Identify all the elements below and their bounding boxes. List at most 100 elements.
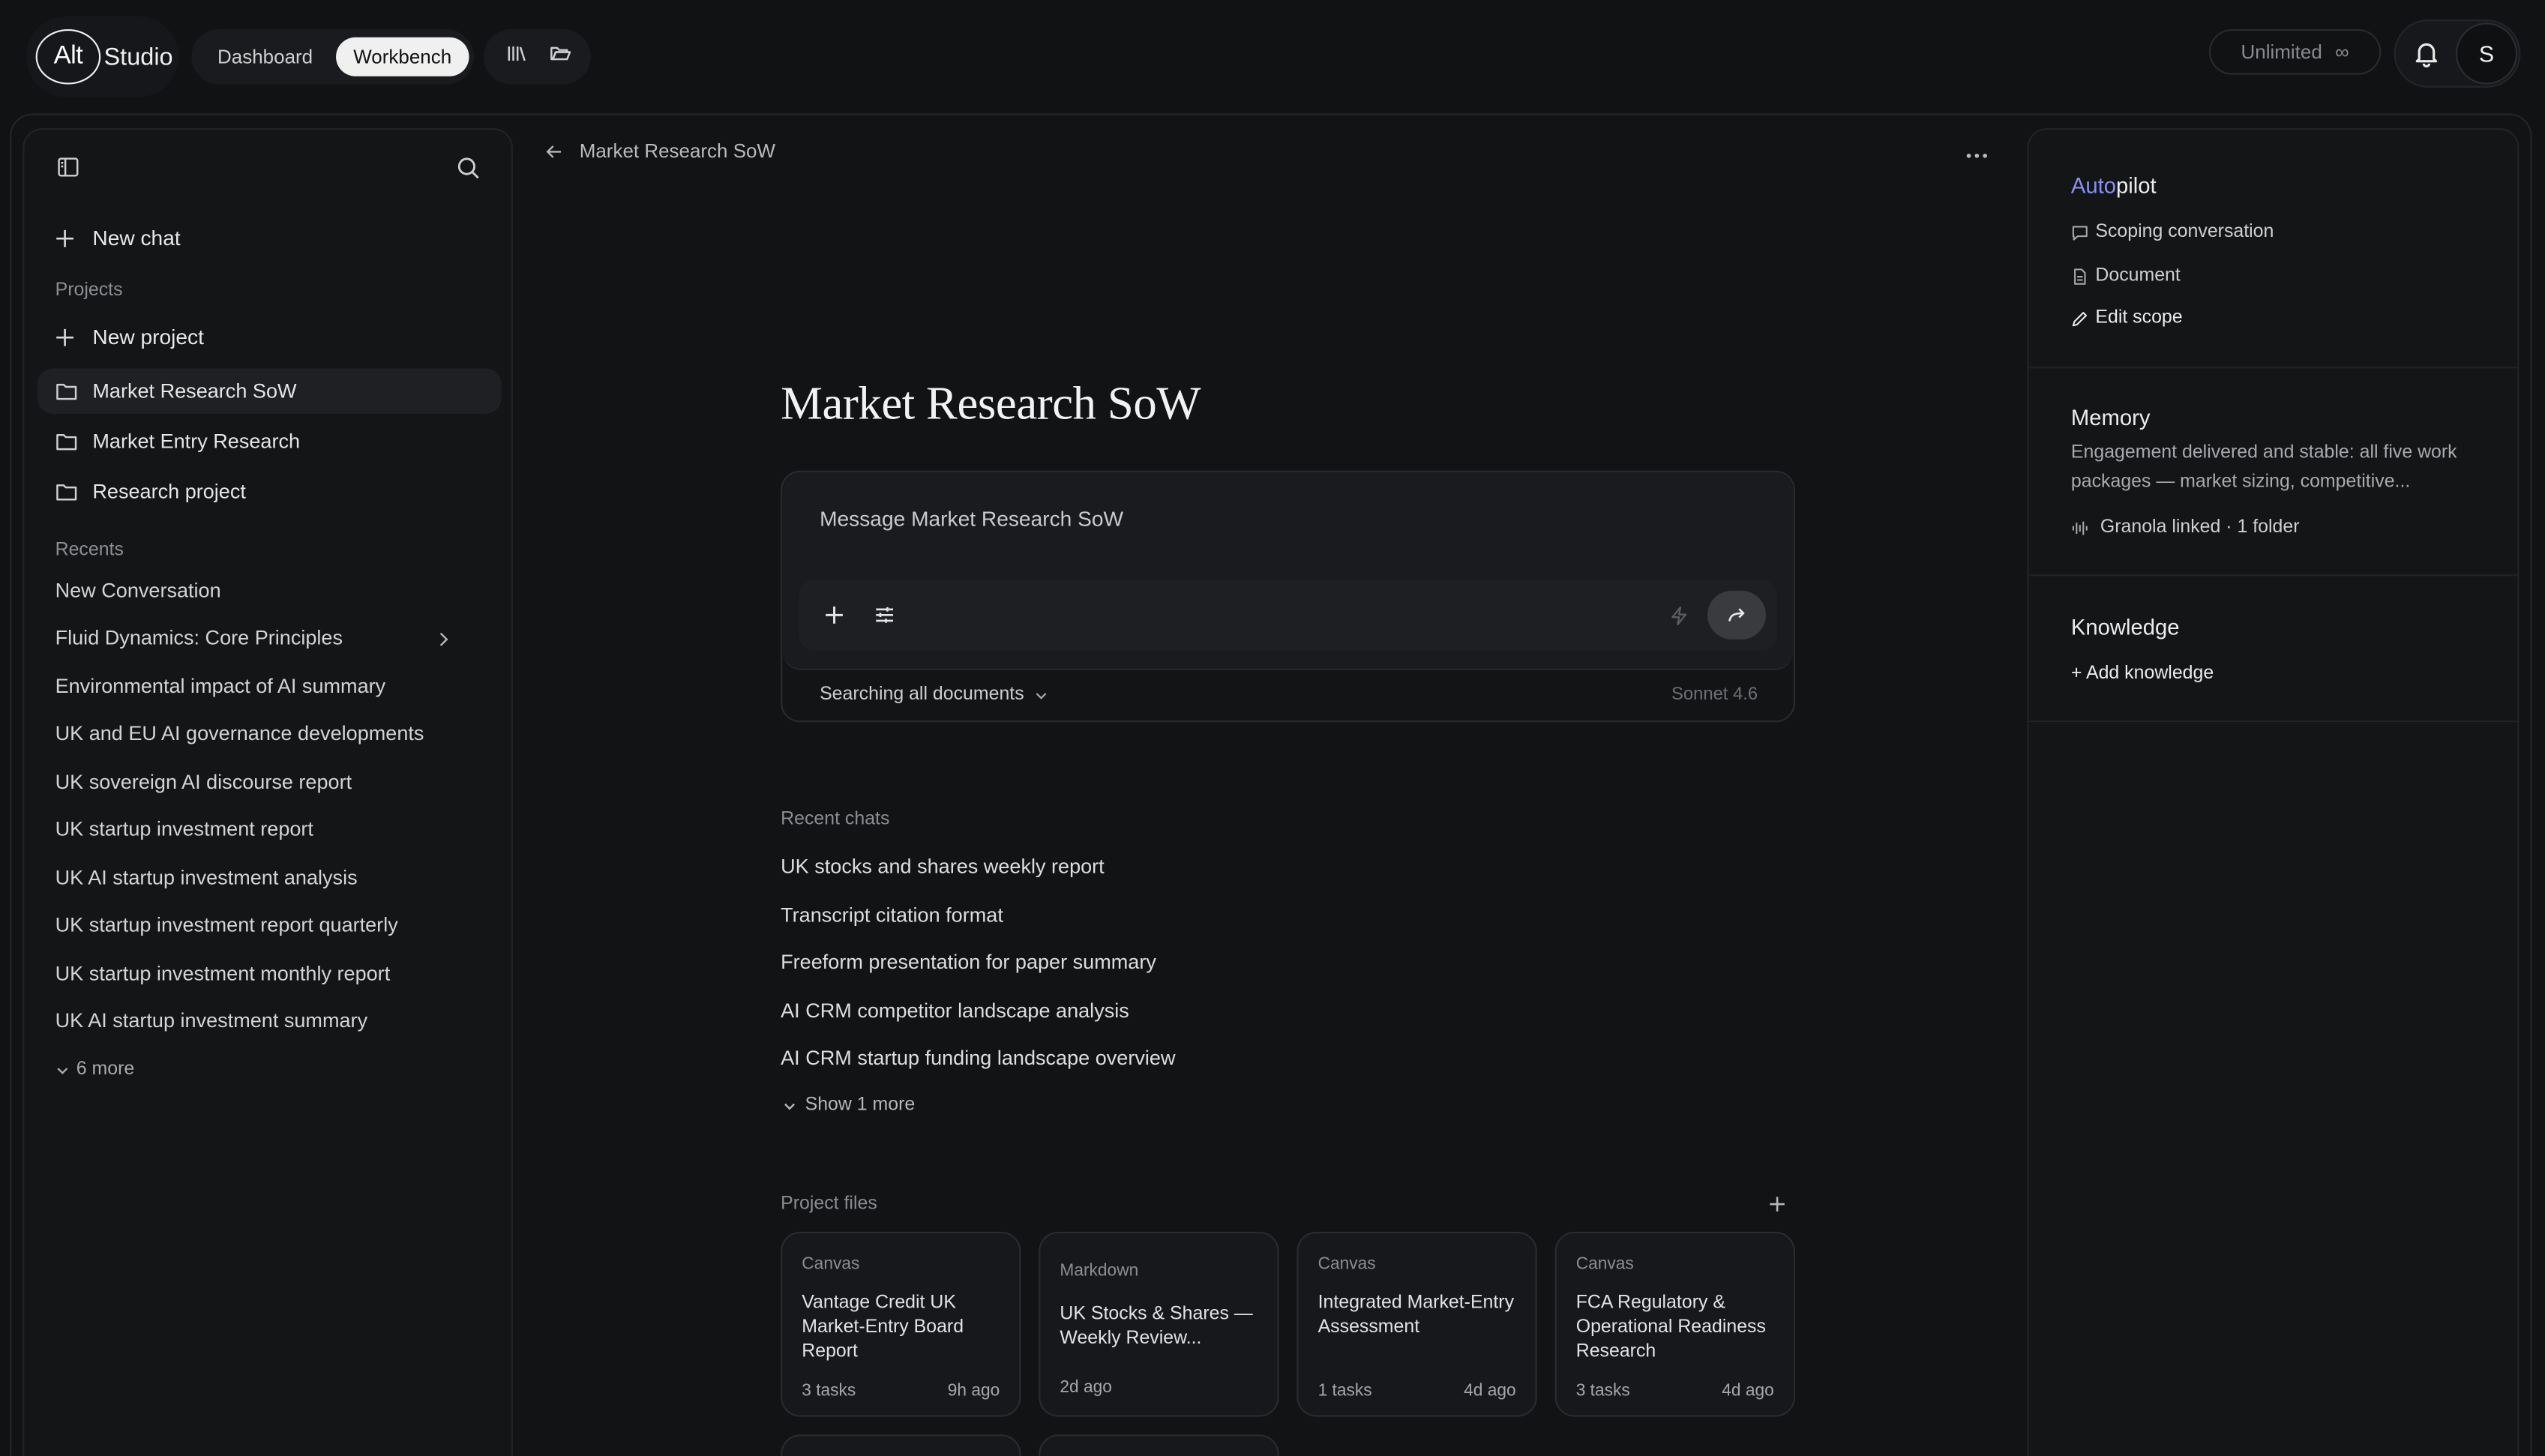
document-label: Document [2095,265,2181,286]
memory-section: Memory Engagement delivered and stable: … [2028,368,2518,577]
recent-item[interactable]: UK startup investment monthly report [55,963,391,985]
breadcrumb: Market Research SoW [545,139,775,162]
file-type: Canvas [802,1254,860,1275]
file-age: 2d ago [1060,1377,1112,1398]
infinity-icon: ∞ [2335,40,2349,64]
new-chat-button[interactable]: New chat [53,226,181,250]
send-button[interactable] [1707,590,1766,640]
new-project-button[interactable]: New project [53,325,204,349]
chevron-right-icon[interactable] [433,630,453,649]
show-more-label: 6 more [76,1059,135,1080]
chat-bubble-icon [2072,225,2088,240]
bell-icon[interactable] [2412,39,2441,68]
projects-heading: Projects [55,280,123,301]
lightning-icon[interactable] [1668,605,1689,626]
folder-open-icon[interactable] [548,41,571,72]
plus-icon [56,229,73,247]
attach-plus-icon[interactable] [823,604,845,626]
file-type: Canvas [1317,1254,1376,1275]
recent-chat-item[interactable]: Transcript citation format [781,904,1003,927]
chevron-down-icon [57,1067,68,1074]
search-scope-dropdown[interactable]: Searching all documents [820,685,1048,704]
file-card-partial[interactable] [781,1434,1021,1456]
more-options-icon[interactable] [1964,145,1990,167]
file-type: Canvas [1575,1254,1634,1275]
project-name: Research project [92,480,246,503]
scoping-conversation-link[interactable]: Scoping conversation [2071,223,2274,242]
file-tasks: 1 tasks [1317,1380,1372,1401]
sidebar-toggle-icon[interactable] [57,156,79,178]
chevron-down-icon [784,1102,795,1110]
message-input[interactable]: Message Market Research SoW [820,506,1123,530]
recent-chat-item[interactable]: AI CRM competitor landscape analysis [781,999,1129,1022]
model-selector[interactable]: Sonnet 4.6 [1671,685,1758,704]
show-more-label: Show 1 more [805,1095,916,1116]
show-more-recents[interactable]: 6 more [55,1059,135,1080]
logo-mark: Alt [35,28,101,85]
add-file-plus-icon[interactable] [1767,1194,1787,1214]
recent-item[interactable]: UK AI startup investment analysis [55,867,358,889]
avatar[interactable]: S [2455,22,2518,85]
folder-icon [56,484,77,501]
file-card-partial[interactable] [1039,1434,1279,1456]
autopilot-rest: pilot [2116,173,2157,199]
plan-badge[interactable]: Unlimited ∞ [2208,28,2382,75]
show-more-chats[interactable]: Show 1 more [782,1095,915,1115]
edit-scope-label: Edit scope [2095,308,2183,328]
page-title: Market Research SoW [781,378,1201,430]
project-item-market-entry-research[interactable]: Market Entry Research [37,418,502,464]
tab-workbench[interactable]: Workbench [335,37,469,76]
send-arrow-icon [1728,608,1745,622]
search-scope-label: Searching all documents [820,685,1024,705]
search-icon[interactable] [456,156,480,180]
project-item-market-research-sow[interactable]: Market Research SoW [37,368,502,414]
folder-icon [56,383,77,400]
logo-wordmark: Studio [103,43,173,71]
recent-item[interactable]: UK startup investment report [55,818,313,840]
file-card[interactable]: Canvas FCA Regulatory & Operational Read… [1554,1231,1795,1417]
pencil-icon [2072,311,2088,326]
logo[interactable]: Alt Studio [25,16,179,97]
knowledge-section: Knowledge + Add knowledge [2028,576,2518,723]
tab-dashboard[interactable]: Dashboard [199,37,331,76]
file-title: Vantage Credit UK Market-Entry Board Rep… [802,1293,964,1362]
chevron-down-icon [1036,692,1047,699]
autopilot-heading: Autopilot [2071,174,2157,198]
edit-scope-button[interactable]: Edit scope [2071,308,2183,328]
file-title: Integrated Market-Entry Assessment [1317,1293,1515,1338]
waveform-icon [2072,520,2088,535]
file-card[interactable]: Canvas Integrated Market-Entry Assessmen… [1296,1231,1537,1417]
granola-link[interactable]: Granola linked · 1 folder [2071,517,2300,537]
recent-chat-item[interactable]: Freeform presentation for paper summary [781,951,1156,973]
project-item-research-project[interactable]: Research project [37,469,502,515]
composer-input-area[interactable]: Message Market Research SoW [782,472,1794,670]
recent-item[interactable]: UK and EU AI governance developments [55,722,424,744]
back-arrow-icon[interactable] [545,142,563,160]
main-nav: Dashboard Workbench [191,28,475,85]
file-age: 4d ago [1464,1380,1516,1401]
recents-heading: Recents [55,540,124,560]
recent-item[interactable]: UK startup investment report quarterly [55,914,398,936]
recent-item[interactable]: Environmental impact of AI summary [55,675,386,697]
memory-summary: Engagement delivered and stable: all fiv… [2070,442,2457,492]
memory-heading: Memory [2070,406,2151,430]
settings-sliders-icon[interactable] [874,604,896,626]
recent-chat-item[interactable]: UK stocks and shares weekly report [781,855,1105,878]
recent-item[interactable]: Fluid Dynamics: Core Principles [55,626,343,649]
file-card[interactable]: Markdown UK Stocks & Shares — Weekly Rev… [1039,1231,1279,1417]
recent-item[interactable]: UK sovereign AI discourse report [55,771,352,793]
recent-item[interactable]: UK AI startup investment summary [55,1009,368,1032]
project-panel: Autopilot Scoping conversation Document … [2027,127,2520,1456]
breadcrumb-project[interactable]: Market Research SoW [580,139,775,162]
recent-item[interactable]: New Conversation [55,580,221,602]
folder-icon [56,433,77,451]
file-card[interactable]: Canvas Vantage Credit UK Market-Entry Bo… [781,1231,1021,1417]
library-icon[interactable] [504,41,526,72]
file-title: FCA Regulatory & Operational Readiness R… [1575,1293,1766,1362]
recent-chat-item[interactable]: AI CRM startup funding landscape overvie… [781,1047,1175,1069]
file-age: 4d ago [1722,1380,1774,1401]
project-name: Market Entry Research [92,430,301,453]
knowledge-heading: Knowledge [2070,615,2180,640]
add-knowledge-button[interactable]: + Add knowledge [2071,664,2214,683]
document-link[interactable]: Document [2071,266,2181,286]
